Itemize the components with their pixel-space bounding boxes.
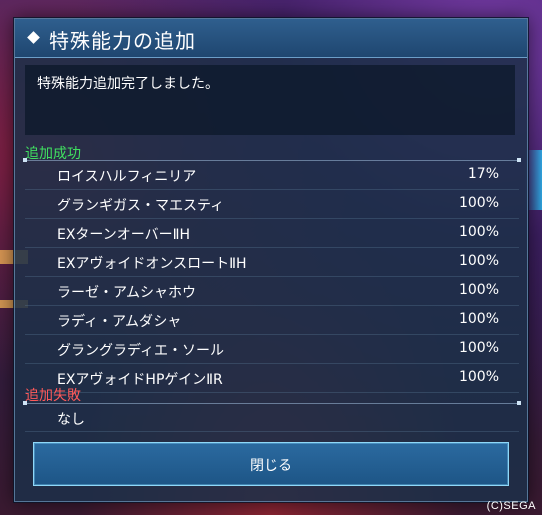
success-rate: 100%: [458, 195, 499, 211]
ability-name: ラーゼ・アムシャホウ: [57, 285, 197, 301]
ability-name: グラングラディエ・ソール: [57, 343, 225, 359]
success-list: ロイスハルフィニリア 17% グランギガス・マエスティ 100% EXターンオー…: [25, 161, 519, 393]
list-item: ロイスハルフィニリア 17%: [25, 161, 519, 190]
ability-name: EXアヴォイドオンスロートⅡH: [57, 256, 247, 272]
section-divider: [23, 401, 521, 405]
failed-ability-name: なし: [57, 412, 85, 428]
close-button[interactable]: 閉じる: [33, 442, 509, 486]
diamond-icon: [27, 31, 40, 44]
list-item: EXターンオーバーⅡH 100%: [25, 219, 519, 248]
list-item: ラディ・アムダシャ 100%: [25, 306, 519, 335]
result-message: 特殊能力追加完了しました。: [37, 76, 219, 92]
copyright-notice: (C)SEGA: [486, 500, 536, 512]
ability-name: ロイスハルフィニリア: [57, 169, 197, 185]
success-rate: 100%: [458, 224, 499, 240]
success-rate: 100%: [458, 253, 499, 269]
list-item: EXアヴォイドオンスロートⅡH 100%: [25, 248, 519, 277]
ability-name: グランギガス・マエスティ: [57, 198, 225, 214]
success-rate: 100%: [458, 369, 499, 385]
list-item: グラングラディエ・ソール 100%: [25, 335, 519, 364]
dialog-title: 特殊能力の追加: [49, 29, 196, 53]
add-special-ability-dialog: 特殊能力の追加 特殊能力追加完了しました。 追加成功 ロイスハルフィニリア 17…: [14, 18, 528, 502]
dialog-titlebar: 特殊能力の追加: [15, 19, 527, 58]
list-item: なし: [25, 405, 519, 432]
failure-section-label: 追加失敗: [25, 388, 81, 404]
success-rate: 100%: [458, 311, 499, 327]
ability-name: ラディ・アムダシャ: [57, 314, 182, 330]
ability-name: EXアヴォイドHPゲインⅡR: [57, 372, 223, 388]
list-item: ラーゼ・アムシャホウ 100%: [25, 277, 519, 306]
success-rate: 100%: [458, 340, 499, 356]
list-item: グランギガス・マエスティ 100%: [25, 190, 519, 219]
success-rate: 100%: [458, 282, 499, 298]
list-item: EXアヴォイドHPゲインⅡR 100%: [25, 364, 519, 393]
close-button-label: 閉じる: [250, 458, 292, 474]
success-rate: 17%: [467, 166, 499, 182]
message-box: 特殊能力追加完了しました。: [25, 65, 515, 135]
ability-name: EXターンオーバーⅡH: [57, 227, 191, 243]
